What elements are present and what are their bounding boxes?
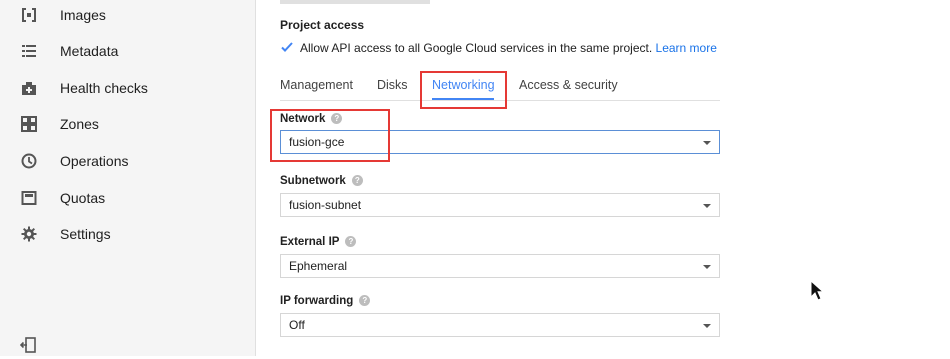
learn-more-link[interactable]: Learn more xyxy=(656,41,717,55)
mouse-cursor-icon xyxy=(810,280,824,301)
sidebar-item-settings[interactable]: Settings xyxy=(0,216,250,252)
subnetwork-select[interactable]: fusion-subnet xyxy=(280,193,720,217)
main-content: Project access Allow API access to all G… xyxy=(256,0,950,356)
help-icon[interactable]: ? xyxy=(345,236,357,248)
external-ip-label: External IP? xyxy=(280,236,357,248)
sidebar-item-zones[interactable]: Zones xyxy=(0,106,250,142)
external-ip-select[interactable]: Ephemeral xyxy=(280,254,720,278)
ip-forwarding-label: IP forwarding? xyxy=(280,295,371,307)
help-icon[interactable]: ? xyxy=(359,295,371,307)
check-icon xyxy=(281,42,293,52)
external-ip-value: Ephemeral xyxy=(289,259,348,273)
images-icon xyxy=(20,6,38,24)
chevron-down-icon xyxy=(703,265,711,269)
subnetwork-value: fusion-subnet xyxy=(289,198,362,212)
sidebar-item-label: Health checks xyxy=(60,80,148,96)
sidebar-item-label: Metadata xyxy=(60,43,119,59)
sidebar: Images Metadata Health checks Zones Oper… xyxy=(0,0,256,356)
chevron-down-icon xyxy=(703,204,711,208)
sidebar-item-label: Settings xyxy=(60,226,111,242)
tab-access-security[interactable]: Access & security xyxy=(519,78,618,92)
chevron-down-icon xyxy=(703,324,711,328)
zones-icon xyxy=(20,115,38,133)
api-access-label: Allow API access to all Google Cloud ser… xyxy=(300,41,717,55)
networking-tab-highlight xyxy=(420,71,507,109)
tab-management[interactable]: Management xyxy=(280,78,353,92)
tab-disks[interactable]: Disks xyxy=(377,78,408,92)
api-access-checkbox[interactable] xyxy=(280,40,294,54)
ip-forwarding-value: Off xyxy=(289,318,305,332)
sidebar-item-health-checks[interactable]: Health checks xyxy=(0,70,250,106)
sidebar-item-operations[interactable]: Operations xyxy=(0,143,250,179)
subnetwork-label: Subnetwork? xyxy=(280,175,363,187)
sidebar-item-label: Quotas xyxy=(60,190,106,206)
subnetwork-label-text: Subnetwork xyxy=(280,175,346,187)
sidebar-item-label: Zones xyxy=(60,116,99,132)
metadata-icon xyxy=(20,42,38,60)
sidebar-item-quotas[interactable]: Quotas xyxy=(0,180,250,216)
quotas-icon xyxy=(20,189,38,207)
project-access-title: Project access xyxy=(280,18,365,32)
external-ip-label-text: External IP xyxy=(280,236,340,248)
sidebar-item-label: Images xyxy=(60,7,106,23)
health-checks-icon xyxy=(20,79,38,97)
sidebar-item-label: Operations xyxy=(60,153,129,169)
section-divider xyxy=(280,0,430,4)
sidebar-item-images[interactable]: Images xyxy=(0,0,250,33)
operations-icon xyxy=(20,152,38,170)
sidebar-item-metadata[interactable]: Metadata xyxy=(0,33,250,69)
ip-forwarding-label-text: IP forwarding xyxy=(280,295,354,307)
help-icon[interactable]: ? xyxy=(351,175,363,187)
api-access-text: Allow API access to all Google Cloud ser… xyxy=(300,41,653,55)
gear-icon xyxy=(20,225,38,243)
network-field-highlight xyxy=(270,109,390,162)
chevron-down-icon xyxy=(703,141,711,145)
ip-forwarding-select[interactable]: Off xyxy=(280,313,720,337)
collapse-sidebar-icon[interactable] xyxy=(19,336,38,354)
